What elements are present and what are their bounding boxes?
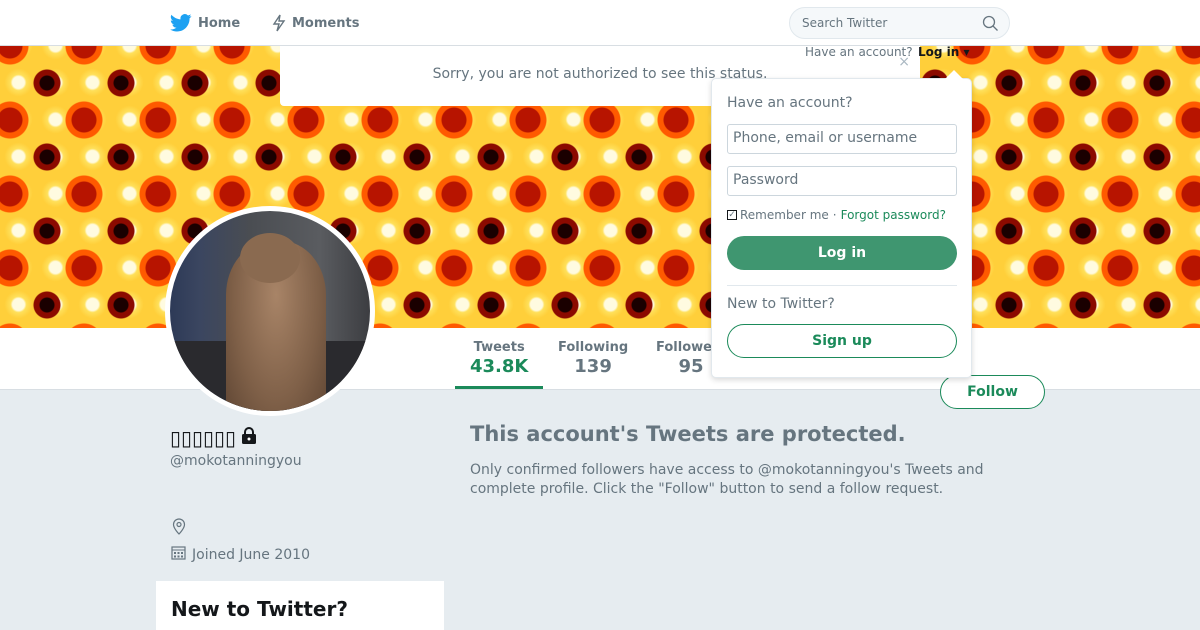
username-field[interactable]: Phone, email or username <box>727 124 957 154</box>
remember-row: ✓ Remember me · Forgot password? <box>727 208 946 222</box>
search-placeholder: Search Twitter <box>802 16 888 30</box>
remember-checkbox[interactable]: ✓ <box>727 210 737 220</box>
dropdown-caret <box>945 70 963 79</box>
avatar[interactable] <box>165 206 375 416</box>
password-field[interactable]: Password <box>727 166 957 196</box>
new-to-twitter-title: New to Twitter? <box>171 597 348 621</box>
calendar-icon <box>171 545 186 564</box>
profile-handle[interactable]: @mokotanningyou <box>170 453 302 469</box>
display-name: ▯▯▯▯▯▯ <box>170 426 237 450</box>
login-dropdown-toggle[interactable]: Log in ▾ <box>918 45 970 59</box>
top-navigation-bar: Home Moments Search Twitter <box>0 0 1200 46</box>
separator: · <box>832 208 837 222</box>
caret-down-icon: ▾ <box>963 45 970 59</box>
have-account-text: Have an account? <box>805 45 913 59</box>
search-icon[interactable] <box>982 15 999 35</box>
lightning-icon <box>272 14 286 32</box>
login-button[interactable]: Log in <box>727 236 957 270</box>
lock-icon <box>240 426 258 450</box>
nav-moments-label: Moments <box>292 15 360 31</box>
profile-name: ▯▯▯▯▯▯ <box>170 426 258 450</box>
login-dropdown: Have an account? Phone, email or usernam… <box>711 70 972 378</box>
stat-following[interactable]: Following 139 <box>558 340 628 377</box>
stat-value: 139 <box>574 356 612 377</box>
follow-button[interactable]: Follow <box>940 375 1045 409</box>
twitter-bird-icon <box>170 14 192 32</box>
login-toggle-label: Log in <box>918 45 960 59</box>
forgot-password-link[interactable]: Forgot password? <box>841 208 946 222</box>
join-date: Joined June 2010 <box>171 545 310 564</box>
signup-button[interactable]: Sign up <box>727 324 957 358</box>
stat-tweets[interactable]: Tweets 43.8K <box>454 340 544 389</box>
new-to-twitter-text: New to Twitter? <box>727 296 835 312</box>
nav-home[interactable]: Home <box>170 0 240 46</box>
remember-label[interactable]: Remember me <box>740 208 829 222</box>
join-date-text: Joined June 2010 <box>192 546 310 563</box>
location-pin-icon <box>171 518 187 539</box>
avatar-figure-head <box>240 233 300 283</box>
protected-title: This account's Tweets are protected. <box>470 422 906 446</box>
search-input[interactable]: Search Twitter <box>789 7 1010 39</box>
nav-moments[interactable]: Moments <box>272 0 359 46</box>
stat-value: 43.8K <box>470 356 529 377</box>
dropdown-heading: Have an account? <box>727 95 853 111</box>
nav-home-label: Home <box>198 15 241 31</box>
stat-label: Following <box>558 340 629 355</box>
protected-description: Only confirmed followers have access to … <box>470 462 984 497</box>
stat-label: Tweets <box>473 340 525 355</box>
divider <box>727 285 957 286</box>
new-to-twitter-box: New to Twitter? <box>156 581 444 630</box>
